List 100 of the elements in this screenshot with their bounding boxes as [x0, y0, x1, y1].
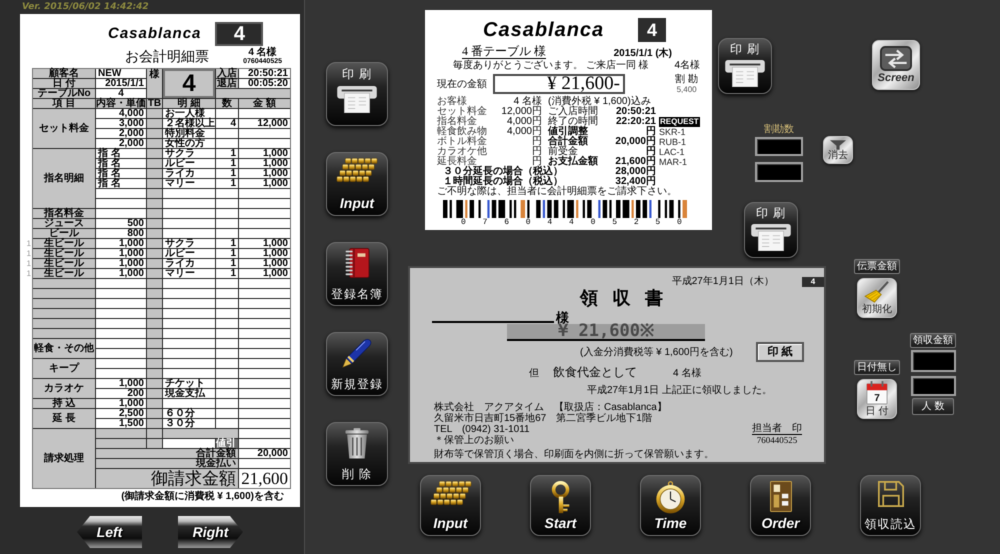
table-cell	[239, 439, 290, 448]
guest-count: 4名様	[674, 60, 700, 70]
charge-label: セット料金	[437, 107, 488, 117]
start-button[interactable]: Start	[530, 475, 591, 536]
table-cell	[147, 429, 162, 438]
input-field[interactable]	[755, 162, 803, 182]
split-label: 割 勘	[675, 74, 698, 84]
fountain-pen-icon	[342, 338, 372, 368]
tag-label: SKR-1	[659, 127, 686, 137]
time-button[interactable]: Time	[640, 475, 701, 536]
input-field[interactable]	[910, 350, 956, 372]
input-button[interactable]: Input	[326, 152, 388, 216]
table-cell	[216, 279, 238, 288]
charge-value: 円	[531, 147, 542, 157]
input-button[interactable]: Input	[420, 475, 481, 536]
key-icon	[550, 481, 570, 514]
table-cell	[239, 459, 290, 468]
current-amount-label: 現在の金額	[437, 78, 487, 90]
delete-button[interactable]: 削 除	[326, 422, 388, 486]
input-field[interactable]	[910, 376, 956, 396]
charge-value: 円	[531, 137, 542, 147]
printer-icon	[725, 60, 765, 87]
proviso-label: 但	[529, 368, 539, 379]
table-cell	[216, 209, 238, 218]
print-button[interactable]: 印 刷	[718, 38, 772, 94]
clear-button[interactable]: 消去	[823, 136, 853, 164]
table-cell	[147, 439, 162, 448]
row-header-cell: ジュース	[33, 219, 95, 228]
no-date-button[interactable]: 日付無し	[854, 360, 900, 375]
input-field[interactable]	[755, 137, 803, 156]
table-cell	[96, 319, 146, 328]
table-cell	[163, 399, 215, 408]
table-cell	[147, 179, 162, 188]
table-cell	[239, 369, 290, 378]
table-cell	[147, 159, 162, 168]
table-cell	[147, 399, 162, 408]
receipt-load-button[interactable]: 領収読込	[860, 475, 921, 536]
table-cell: 1	[216, 159, 238, 168]
table-cell	[163, 279, 215, 288]
table-number-badge: 4	[215, 22, 264, 46]
table-cell: 1,000	[239, 269, 290, 278]
table-cell	[216, 379, 238, 388]
honorific-label: 様	[556, 311, 569, 324]
table-cell	[147, 169, 162, 178]
column-header: 項 目	[33, 99, 95, 108]
table-cell	[216, 419, 238, 428]
people-count-button[interactable]: 人 数	[912, 398, 954, 415]
table-cell	[239, 129, 290, 138]
address-book-button[interactable]: 登録名簿	[326, 242, 388, 306]
table-cell	[147, 149, 162, 158]
version-label: Ver. 2015/06/02 14:42:42	[22, 2, 149, 13]
new-entry-button[interactable]: 新規登録	[326, 332, 388, 396]
table-cell: 1,000	[239, 259, 290, 268]
date-button[interactable]: 7 日 付	[857, 379, 897, 419]
table-cell	[163, 299, 215, 308]
table-cell	[147, 119, 162, 128]
table-cell	[239, 289, 290, 298]
charge-value: 円	[646, 127, 656, 137]
table-cell	[147, 389, 162, 398]
charge-value: 20,000円	[614, 137, 656, 147]
table-cell	[147, 419, 162, 428]
column-header: 明 細	[163, 99, 215, 108]
table-cell: ライカ	[163, 259, 215, 268]
charge-value: 4,000円	[506, 117, 542, 127]
table-cell: 12,000	[239, 119, 290, 128]
charge-value: 20:50:21	[616, 107, 656, 117]
table-cell	[239, 199, 290, 208]
table-cell: 1,000	[239, 169, 290, 178]
reset-button[interactable]: 初期化	[857, 278, 897, 318]
print-button[interactable]: 印 刷	[744, 202, 798, 258]
table-cell: サクラ	[163, 149, 215, 158]
staff-code: 760440525	[756, 435, 798, 446]
table-cell	[239, 209, 290, 218]
table-cell	[239, 109, 290, 118]
printer-icon	[337, 86, 377, 113]
charge-value: 円	[532, 157, 542, 167]
table-cell	[96, 279, 146, 288]
charge-label: 軽食飲み物	[437, 127, 488, 137]
print-button[interactable]: 印 刷	[326, 62, 388, 126]
table-cell	[96, 189, 146, 198]
printer-icon	[751, 224, 791, 251]
nav-arrow-button[interactable]: Right	[178, 516, 243, 548]
table-cell: 3,000	[96, 119, 146, 128]
invoice-title: お会計明細票	[125, 50, 209, 66]
table-cell	[96, 369, 146, 378]
table-cell: 800	[96, 229, 146, 238]
table-cell	[163, 329, 215, 338]
row-header-cell: 退店	[216, 79, 238, 88]
screen-button[interactable]: Screen	[872, 40, 920, 90]
table-cell: 1,000	[239, 149, 290, 158]
order-button[interactable]: Order	[750, 475, 811, 536]
company-info-line: TEL (0942) 31-1011	[434, 424, 531, 435]
row-header-cell: 生ビール	[33, 269, 95, 278]
charge-label: お支払金額	[548, 157, 599, 167]
table-cell: ルビー	[163, 249, 215, 258]
tax-note: (御請求金額に消費税 ¥ 1,600)を含む	[121, 491, 284, 502]
table-cell	[147, 269, 162, 278]
row-header-cell: 延 長	[33, 409, 95, 428]
table-cell	[147, 239, 162, 248]
nav-arrow-button[interactable]: Left	[77, 516, 142, 548]
